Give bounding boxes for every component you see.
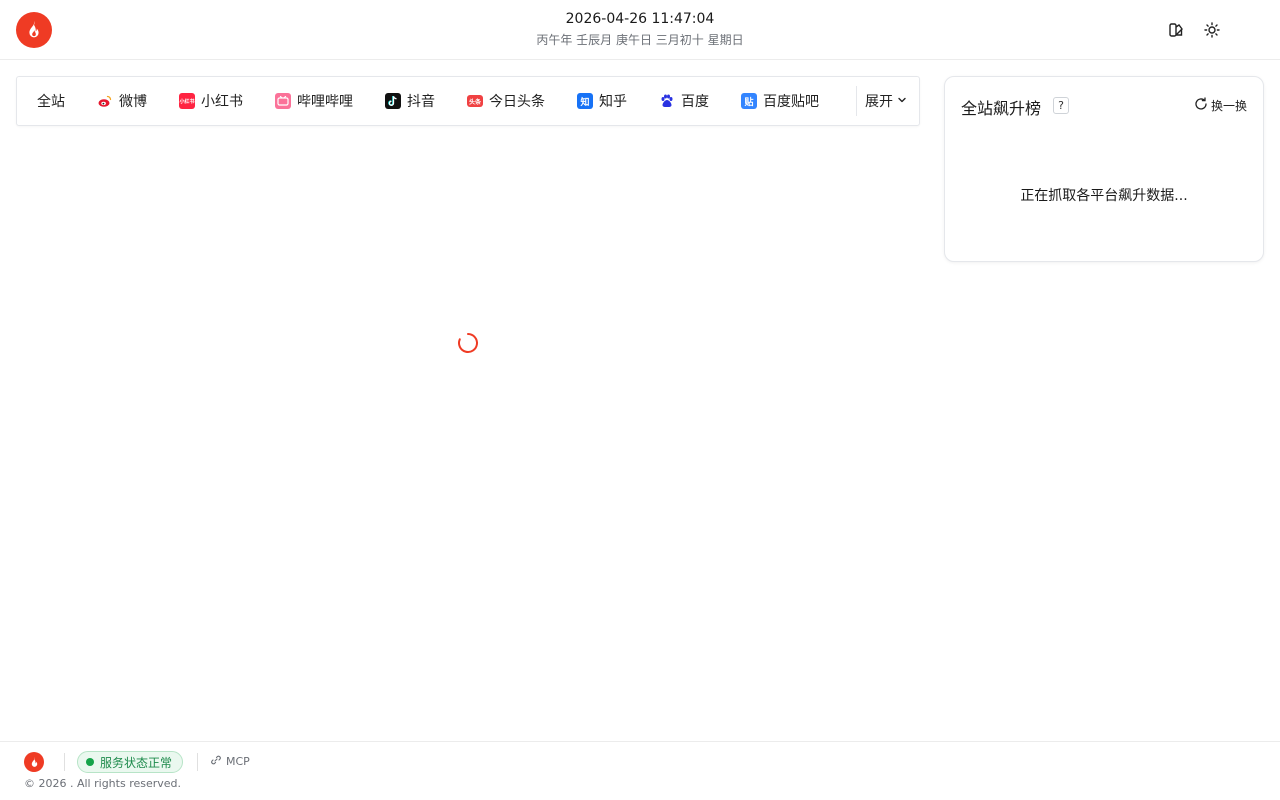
tab-all[interactable]: 全站: [37, 77, 65, 125]
tab-label: 抖音: [407, 94, 435, 110]
copyright-text: © 2026 . All rights reserved.: [24, 777, 182, 790]
platform-tabs: 全站 微博 小红书 小红书 哔哩哔哩 抖音 头条 今日头条 知 知乎 百度 贴 …: [16, 76, 920, 126]
rising-list-title: 全站飙升榜: [961, 99, 1042, 118]
rising-list-card: 全站飙升榜 ? 换一换 正在抓取各平台飙升数据...: [944, 76, 1264, 262]
tab-label: 今日头条: [489, 94, 545, 110]
flame-logo-icon[interactable]: [24, 752, 44, 772]
top-header: 2026-04-26 11:47:04 丙午年 壬辰月 庚午日 三月初十 星期日: [0, 0, 1280, 60]
status-badge[interactable]: 服务状态正常: [77, 751, 184, 773]
tab-tieba[interactable]: 贴 百度贴吧: [741, 77, 819, 125]
douyin-icon: [385, 93, 401, 109]
xiaohongshu-icon: 小红书: [179, 93, 195, 109]
help-icon[interactable]: ?: [1053, 97, 1069, 114]
tab-toutiao[interactable]: 头条 今日头条: [467, 77, 545, 125]
footer-divider: [64, 753, 65, 771]
toutiao-icon: 头条: [467, 95, 483, 107]
chevron-down-icon: [897, 93, 907, 109]
loading-spinner-icon: [457, 332, 478, 353]
link-icon: [210, 754, 222, 769]
flame-logo-icon[interactable]: [16, 12, 52, 48]
tab-douyin[interactable]: 抖音: [385, 77, 435, 125]
tab-label: 微博: [119, 94, 147, 110]
refresh-label: 换一换: [1210, 99, 1247, 113]
refresh-icon: [1194, 97, 1208, 114]
status-text: 服务状态正常: [100, 755, 173, 770]
rising-loading-text: 正在抓取各平台飙升数据...: [1020, 188, 1188, 204]
baidu-icon: [659, 93, 675, 109]
expand-label: 展开: [865, 94, 893, 110]
expand-tabs-button[interactable]: 展开: [865, 77, 907, 125]
header-clock: 2026-04-26 11:47:04 丙午年 壬辰月 庚午日 三月初十 星期日: [440, 10, 840, 48]
tab-label: 全站: [37, 94, 65, 110]
current-datetime: 2026-04-26 11:47:04: [565, 11, 715, 27]
tieba-icon: 贴: [741, 93, 757, 109]
page-footer: 服务状态正常 MCP © 2026 . All rights reserved.: [0, 741, 1280, 800]
zhihu-icon: 知: [577, 93, 593, 109]
tab-baidu[interactable]: 百度: [659, 77, 709, 125]
tab-bilibili[interactable]: 哔哩哔哩: [275, 77, 353, 125]
footer-divider: [197, 753, 198, 771]
tab-label: 知乎: [599, 94, 627, 110]
tab-weibo[interactable]: 微博: [97, 77, 147, 125]
weibo-icon: [97, 93, 113, 109]
tab-xiaohongshu[interactable]: 小红书 小红书: [179, 77, 243, 125]
tabs-divider: [856, 86, 857, 116]
sun-icon[interactable]: [1202, 20, 1222, 40]
mcp-link[interactable]: MCP: [210, 754, 250, 769]
tab-zhihu[interactable]: 知 知乎: [577, 77, 627, 125]
tab-label: 小红书: [201, 94, 243, 110]
mcp-label: MCP: [226, 755, 250, 768]
tab-label: 哔哩哔哩: [297, 94, 353, 110]
tab-label: 百度: [681, 94, 709, 110]
status-dot: [86, 758, 94, 766]
refresh-button[interactable]: 换一换: [1194, 97, 1247, 114]
bilibili-icon: [275, 93, 291, 109]
tab-label: 百度贴吧: [763, 94, 819, 110]
lunar-date: 丙午年 壬辰月 庚午日 三月初十 星期日: [536, 33, 744, 47]
theme-palette-icon[interactable]: [1166, 20, 1186, 40]
